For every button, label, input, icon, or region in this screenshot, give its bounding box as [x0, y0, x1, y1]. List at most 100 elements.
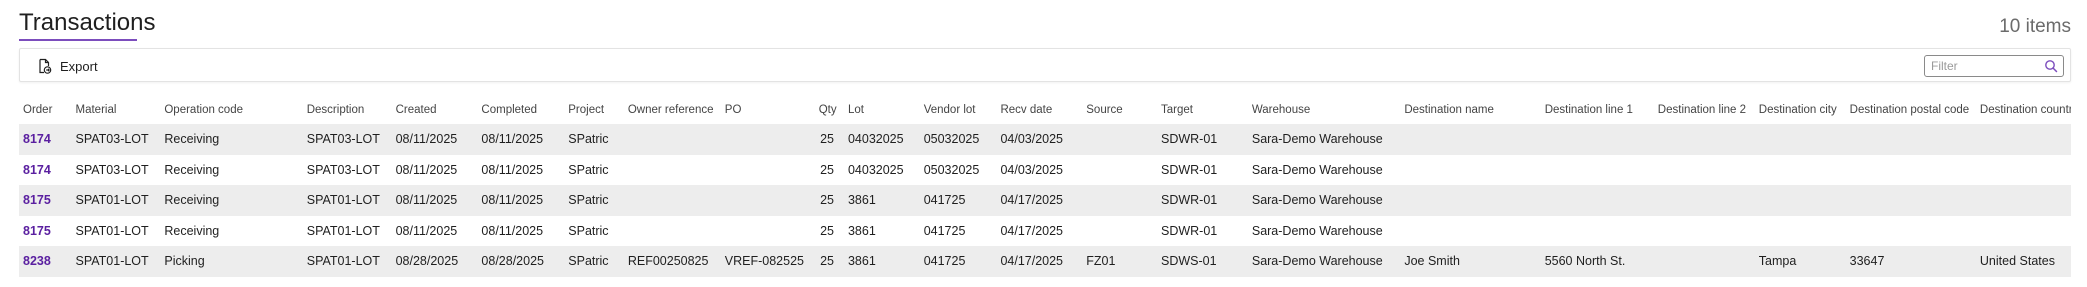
table-cell: 04/17/2025 [1000, 223, 1063, 238]
order-link[interactable]: 8174 [19, 155, 72, 186]
table-cell: 25 [820, 193, 834, 208]
table-row[interactable]: 8175 SPAT01-LOT Receiving SPAT01-LOT 08/11/2… [19, 185, 2071, 216]
table-cell: SDWR-01 [1160, 193, 1218, 208]
table-cell: 08/11/2025 [481, 193, 544, 208]
table-cell [1846, 124, 1976, 155]
column-header[interactable]: Project [564, 96, 624, 124]
column-header[interactable]: Target [1157, 96, 1248, 124]
table-cell: 041725 [923, 193, 966, 208]
column-header[interactable]: Qty [815, 96, 844, 124]
order-link[interactable]: 8174 [19, 124, 72, 155]
table-cell: Receiving [164, 223, 220, 238]
table-cell: 3861 [847, 223, 876, 238]
order-link[interactable]: 8175 [19, 185, 72, 216]
toolbar: Export [19, 48, 2071, 82]
column-header[interactable]: Order [19, 96, 72, 124]
table-cell [1755, 185, 1846, 216]
filter-input[interactable] [1925, 56, 2035, 76]
table-cell [1541, 185, 1654, 216]
table-cell: 05032025 [923, 132, 980, 147]
table-cell: 08/11/2025 [395, 132, 458, 147]
table-cell: 3861 [847, 193, 876, 208]
table-cell [1846, 185, 1976, 216]
column-header[interactable]: Created [392, 96, 478, 124]
table-cell: 041725 [923, 223, 966, 238]
table-cell: SPAT01-LOT [306, 223, 380, 238]
table-cell [624, 155, 721, 186]
column-header[interactable]: Destination city [1755, 96, 1846, 124]
table-cell: FZ01 [1086, 254, 1116, 269]
export-label: Export [60, 58, 98, 74]
table-cell [1976, 216, 2071, 247]
table-cell: SPAT01-LOT [306, 254, 380, 269]
table-cell: SPatric [568, 132, 609, 147]
column-header[interactable]: Recv date [996, 96, 1082, 124]
table-cell: SDWR-01 [1160, 223, 1218, 238]
table-cell [1400, 216, 1540, 247]
table-cell: 08/11/2025 [481, 223, 544, 238]
column-header[interactable]: Destination line 2 [1654, 96, 1755, 124]
column-header[interactable]: Vendor lot [920, 96, 997, 124]
table-cell: Sara-Demo Warehouse [1251, 223, 1383, 238]
column-header[interactable]: Destination line 1 [1541, 96, 1654, 124]
table-cell: 3861 [847, 254, 876, 269]
table-cell: Sara-Demo Warehouse [1251, 254, 1383, 269]
column-header[interactable]: Lot [844, 96, 920, 124]
table-cell: 04/03/2025 [1000, 132, 1063, 147]
table-cell: Joe Smith [1404, 254, 1460, 269]
table-body: 8174 SPAT03-LOT Receiving SPAT03-LOT 08/11/2… [19, 124, 2071, 277]
table-header-row: Order Material Operation code Description Cr… [19, 96, 2071, 124]
table-cell: SDWR-01 [1160, 132, 1218, 147]
table-cell [624, 185, 721, 216]
table-cell [721, 124, 815, 155]
column-header[interactable]: Material [72, 96, 161, 124]
table-cell: 25 [820, 254, 834, 269]
table-cell: 08/11/2025 [395, 193, 458, 208]
column-header[interactable]: Owner reference [624, 96, 721, 124]
table-cell: Receiving [164, 162, 220, 177]
table-cell: 08/11/2025 [395, 162, 458, 177]
table-row[interactable]: 8174 SPAT03-LOT Receiving SPAT03-LOT 08/11/2… [19, 124, 2071, 155]
table-cell: Sara-Demo Warehouse [1251, 132, 1383, 147]
table-row[interactable]: 8238 SPAT01-LOT Picking SPAT01-LOT 08/28/202… [19, 246, 2071, 277]
table-cell: 25 [820, 223, 834, 238]
table-cell: 25 [820, 162, 834, 177]
table-cell: Sara-Demo Warehouse [1251, 162, 1383, 177]
column-header[interactable]: Destination name [1400, 96, 1540, 124]
table-cell: 33647 [1849, 254, 1885, 269]
table-cell: Sara-Demo Warehouse [1251, 193, 1383, 208]
table-cell: Receiving [164, 193, 220, 208]
table-cell: 04/17/2025 [1000, 254, 1063, 269]
table-cell: 04/03/2025 [1000, 162, 1063, 177]
column-header[interactable]: Source [1082, 96, 1157, 124]
table-cell [1400, 124, 1540, 155]
table-row[interactable]: 8174 SPAT03-LOT Receiving SPAT03-LOT 08/11/2… [19, 155, 2071, 186]
table-cell [1976, 155, 2071, 186]
table-cell: SPatric [568, 254, 609, 269]
search-icon[interactable] [2044, 59, 2058, 78]
table-cell: SPAT03-LOT [75, 162, 149, 177]
table-cell: 04032025 [847, 162, 904, 177]
export-button[interactable]: Export [36, 54, 98, 78]
order-link[interactable]: 8238 [19, 246, 72, 277]
table-cell [1654, 124, 1755, 155]
column-header[interactable]: Destination postal code [1846, 96, 1976, 124]
title-underline [19, 39, 137, 41]
table-cell [1082, 124, 1157, 155]
column-header[interactable]: Completed [477, 96, 564, 124]
table-cell: SDWS-01 [1160, 254, 1217, 269]
column-header[interactable]: Destination country [1976, 96, 2071, 124]
column-header[interactable]: PO [721, 96, 815, 124]
table-cell: SPatric [568, 162, 609, 177]
table-cell [721, 155, 815, 186]
table-cell: 04032025 [847, 132, 904, 147]
table-cell: United States [1979, 254, 2055, 269]
order-link[interactable]: 8175 [19, 216, 72, 247]
column-header[interactable]: Description [303, 96, 392, 124]
filter-field[interactable] [1924, 55, 2064, 77]
table-cell: 041725 [923, 254, 966, 269]
table-row[interactable]: 8175 SPAT01-LOT Receiving SPAT01-LOT 08/11/2… [19, 216, 2071, 247]
column-header[interactable]: Warehouse [1248, 96, 1400, 124]
transactions-table: Order Material Operation code Description Cr… [19, 96, 2071, 277]
column-header[interactable]: Operation code [160, 96, 302, 124]
